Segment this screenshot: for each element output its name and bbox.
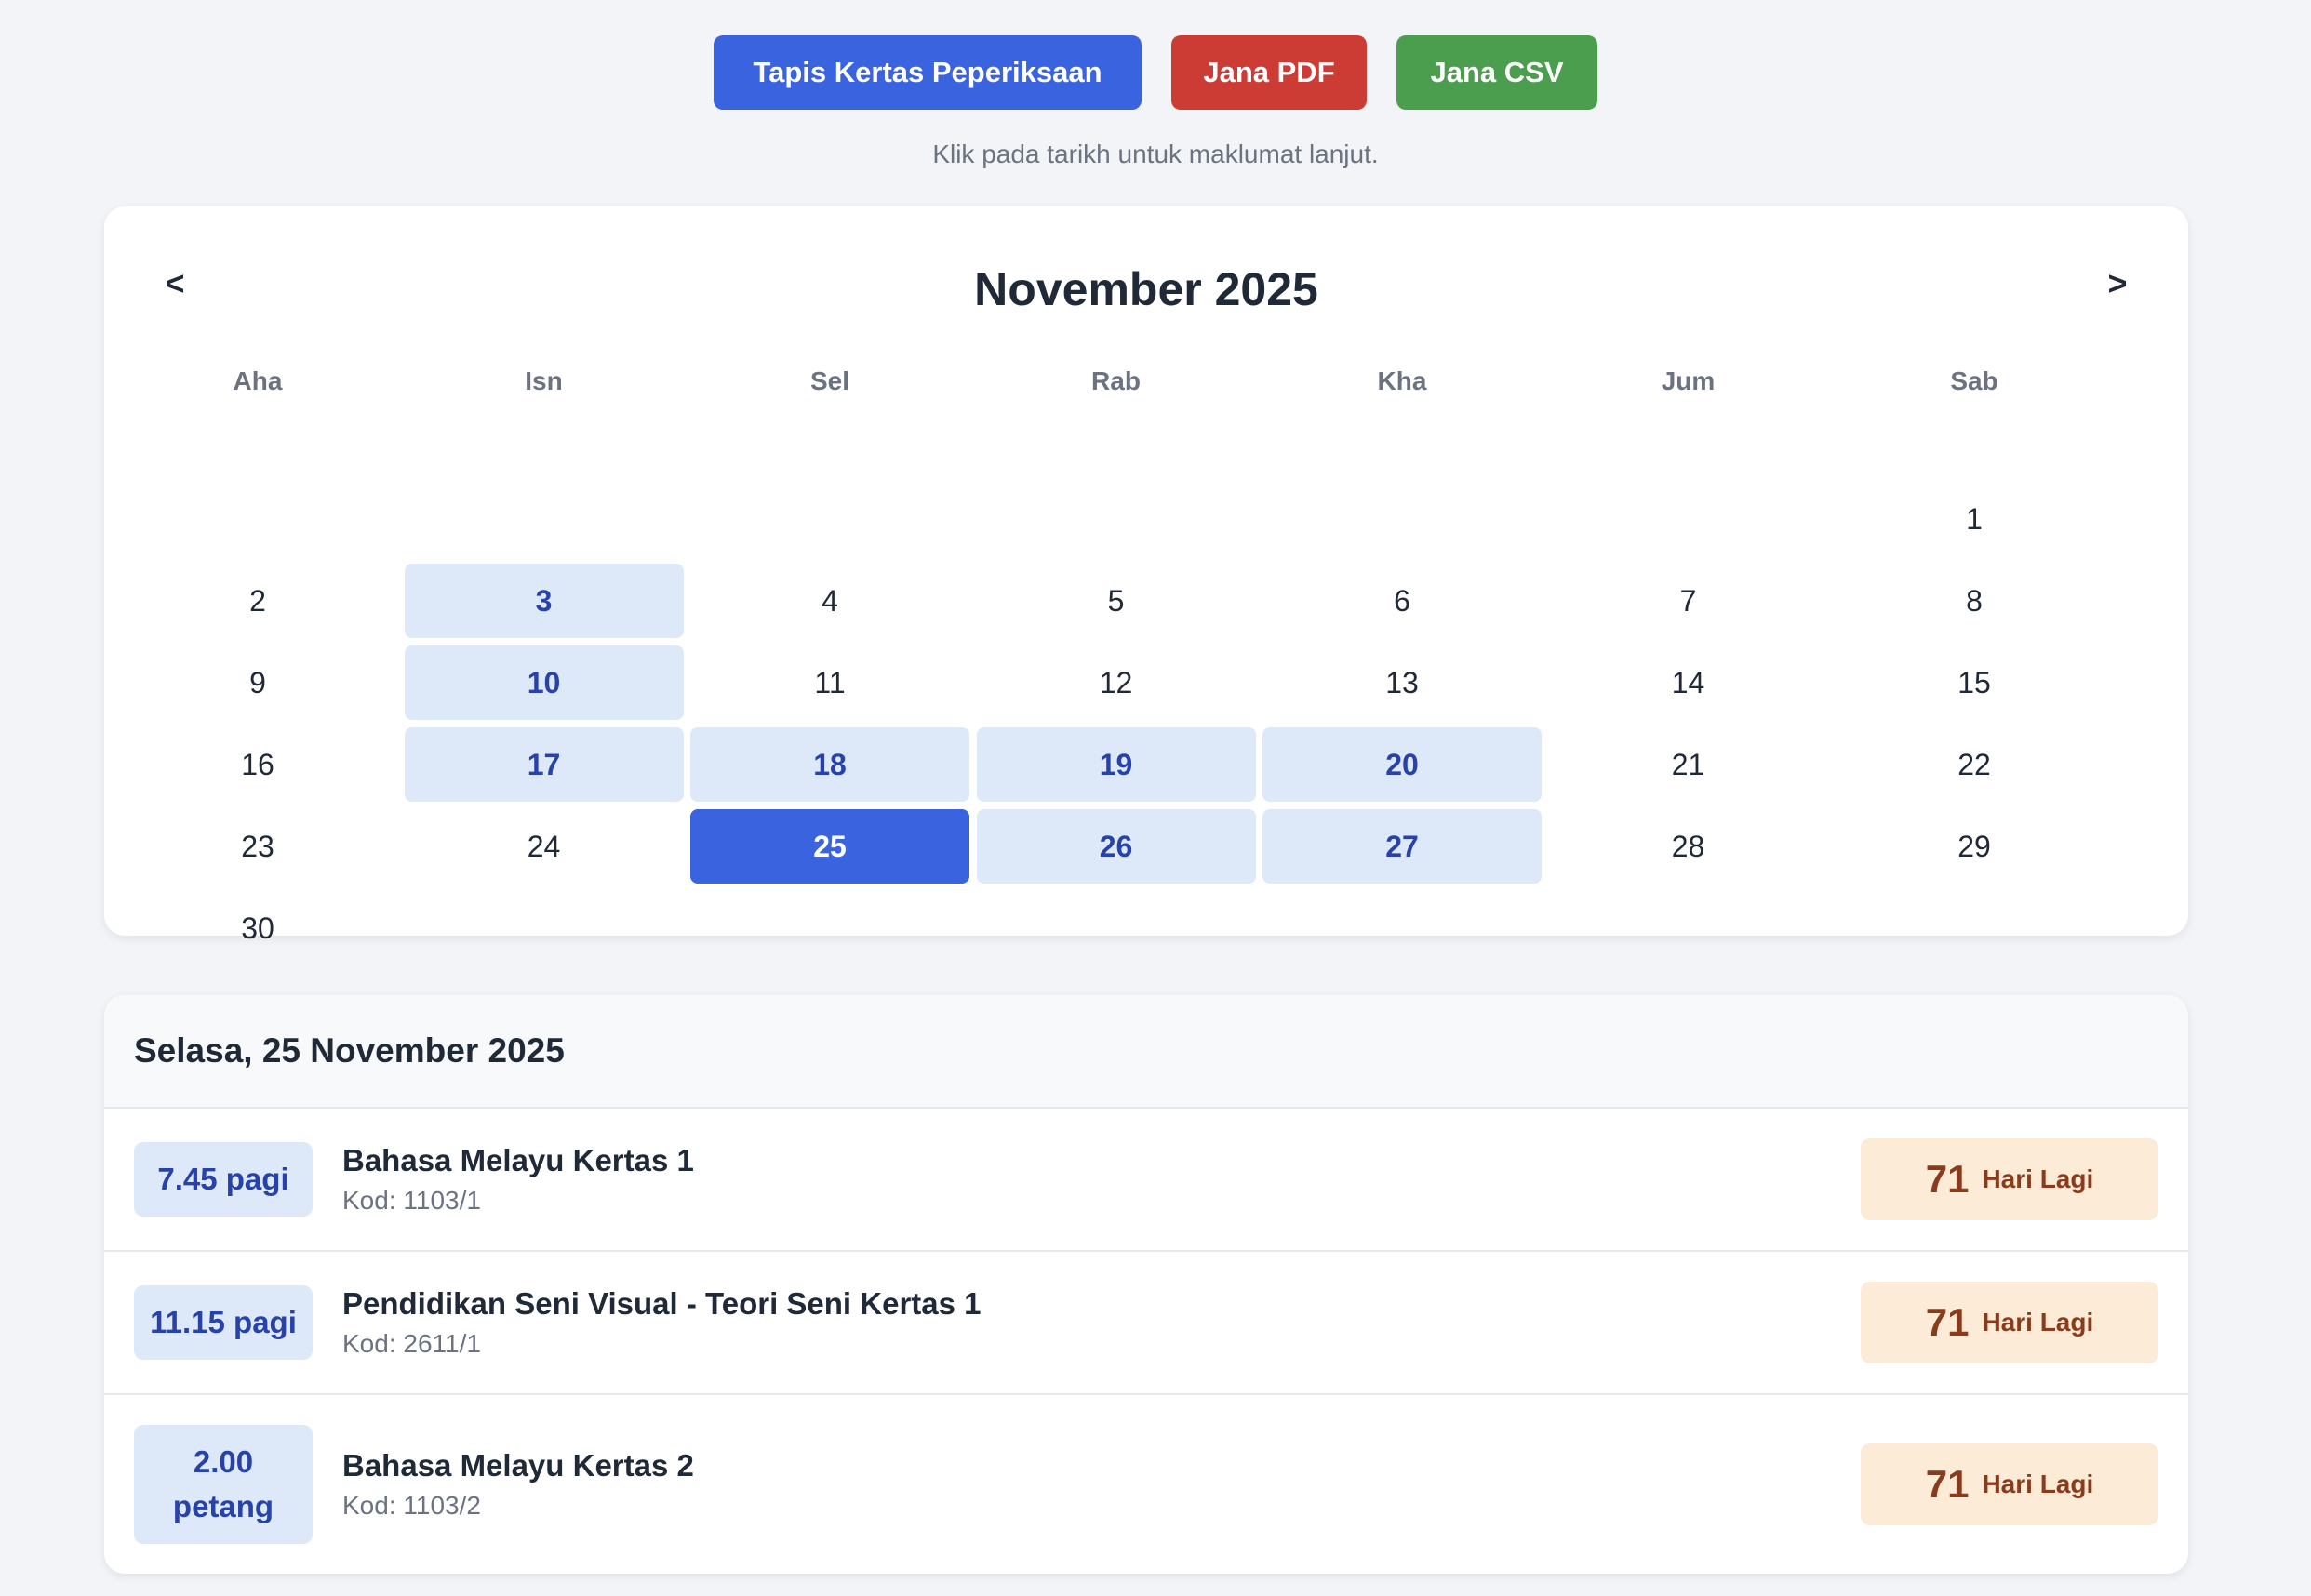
calendar-day-29[interactable]: 29: [1835, 809, 2114, 884]
calendar-day-28[interactable]: 28: [1549, 809, 1828, 884]
calendar-day-3[interactable]: 3: [404, 564, 684, 638]
weekday-header: Isn: [525, 366, 563, 395]
exam-name: Bahasa Melayu Kertas 1: [342, 1143, 694, 1177]
exam-info: Pendidikan Seni Visual - Teori Seni Kert…: [342, 1286, 982, 1359]
calendar-day-17[interactable]: 17: [404, 727, 684, 802]
filter-papers-button[interactable]: Tapis Kertas Peperiksaan: [714, 35, 1142, 110]
toolbar: Tapis Kertas Peperiksaan Jana PDF Jana C…: [0, 35, 2311, 110]
weekday-header: Kha: [1377, 366, 1427, 395]
calendar-day-19[interactable]: 19: [976, 727, 1256, 802]
calendar-day-23[interactable]: 23: [118, 809, 397, 884]
hint-text: Klik pada tarikh untuk maklumat lanjut.: [932, 140, 1379, 168]
calendar-day-18[interactable]: 18: [690, 727, 969, 802]
weekday-header: Aha: [233, 366, 283, 395]
calendar-day-7[interactable]: 7: [1549, 564, 1828, 638]
calendar-day-14[interactable]: 14: [1549, 645, 1828, 720]
weekday-header: Jum: [1661, 366, 1716, 395]
calendar-day-1[interactable]: 1: [1835, 482, 2114, 556]
days-remaining: 71: [1925, 1462, 1970, 1506]
calendar-day-26[interactable]: 26: [976, 809, 1256, 884]
days-remaining: 71: [1925, 1157, 1970, 1201]
calendar-day-27[interactable]: 27: [1262, 809, 1542, 884]
generate-csv-button[interactable]: Jana CSV: [1396, 35, 1597, 110]
exam-row[interactable]: 2.00 petang Bahasa Melayu Kertas 2 Kod: …: [104, 1395, 2188, 1574]
exam-name: Pendidikan Seni Visual - Teori Seni Kert…: [342, 1286, 982, 1321]
exam-row[interactable]: 7.45 pagi Bahasa Melayu Kertas 1 Kod: 11…: [104, 1109, 2188, 1252]
weekday-header: Rab: [1091, 366, 1141, 395]
calendar-day-15[interactable]: 15: [1835, 645, 2114, 720]
countdown-badge: 71 Hari Lagi: [1861, 1282, 2158, 1363]
exam-code: Kod: 1103/2: [342, 1491, 481, 1520]
exam-code: Kod: 1103/1: [342, 1186, 481, 1215]
calendar-day-6[interactable]: 6: [1262, 564, 1542, 638]
calendar-day-5[interactable]: 5: [977, 564, 1256, 638]
calendar-day-16[interactable]: 16: [118, 727, 397, 802]
countdown-badge: 71 Hari Lagi: [1861, 1443, 2158, 1525]
exam-info: Bahasa Melayu Kertas 1 Kod: 1103/1: [342, 1143, 694, 1216]
exam-name: Bahasa Melayu Kertas 2: [342, 1448, 694, 1483]
weekday-header: Sab: [1950, 366, 1998, 395]
calendar-day-24[interactable]: 24: [405, 809, 684, 884]
calendar-day-30[interactable]: 30: [118, 891, 397, 965]
countdown-badge: 71 Hari Lagi: [1861, 1138, 2158, 1220]
calendar-day-13[interactable]: 13: [1262, 645, 1542, 720]
calendar-day-22[interactable]: 22: [1835, 727, 2114, 802]
calendar-day-21[interactable]: 21: [1549, 727, 1828, 802]
exam-info: Bahasa Melayu Kertas 2 Kod: 1103/2: [342, 1448, 694, 1521]
weekday-header: Sel: [809, 366, 850, 395]
exam-code: Kod: 2611/1: [342, 1329, 481, 1358]
calendar-day-20[interactable]: 20: [1262, 727, 1542, 802]
days-remaining-label: Hari Lagi: [1982, 1470, 2094, 1498]
calendar-day-2[interactable]: 2: [118, 564, 397, 638]
exam-row[interactable]: 11.15 pagi Pendidikan Seni Visual - Teor…: [104, 1252, 2188, 1395]
calendar-day-4[interactable]: 4: [690, 564, 969, 638]
days-remaining-label: Hari Lagi: [1982, 1308, 2094, 1337]
day-detail-card: Selasa, 25 November 2025 7.45 pagi Bahas…: [104, 995, 2188, 1574]
generate-pdf-button[interactable]: Jana PDF: [1171, 35, 1367, 110]
days-remaining-label: Hari Lagi: [1982, 1164, 2094, 1193]
calendar-day-12[interactable]: 12: [977, 645, 1256, 720]
time-badge: 2.00 petang: [134, 1425, 313, 1544]
time-badge: 7.45 pagi: [134, 1142, 313, 1217]
calendar-day-8[interactable]: 8: [1835, 564, 2114, 638]
calendar-grid: Aha Isn Sel Rab Kha Jum Sab 1 2 3 4 5 6 7 8 9 10 11 12 13 14…: [104, 206, 2188, 945]
calendar-day-10[interactable]: 10: [404, 645, 684, 720]
calendar-day-9[interactable]: 9: [118, 645, 397, 720]
selected-date-heading: Selasa, 25 November 2025: [104, 995, 2188, 1109]
calendar-day-25[interactable]: 25: [690, 809, 969, 884]
calendar-card: < November 2025 > Aha Isn Sel Rab Kha Jum Sab 1…: [104, 206, 2188, 945]
time-badge: 11.15 pagi: [134, 1285, 313, 1360]
calendar-day-11[interactable]: 11: [690, 645, 969, 720]
days-remaining: 71: [1925, 1300, 1970, 1344]
